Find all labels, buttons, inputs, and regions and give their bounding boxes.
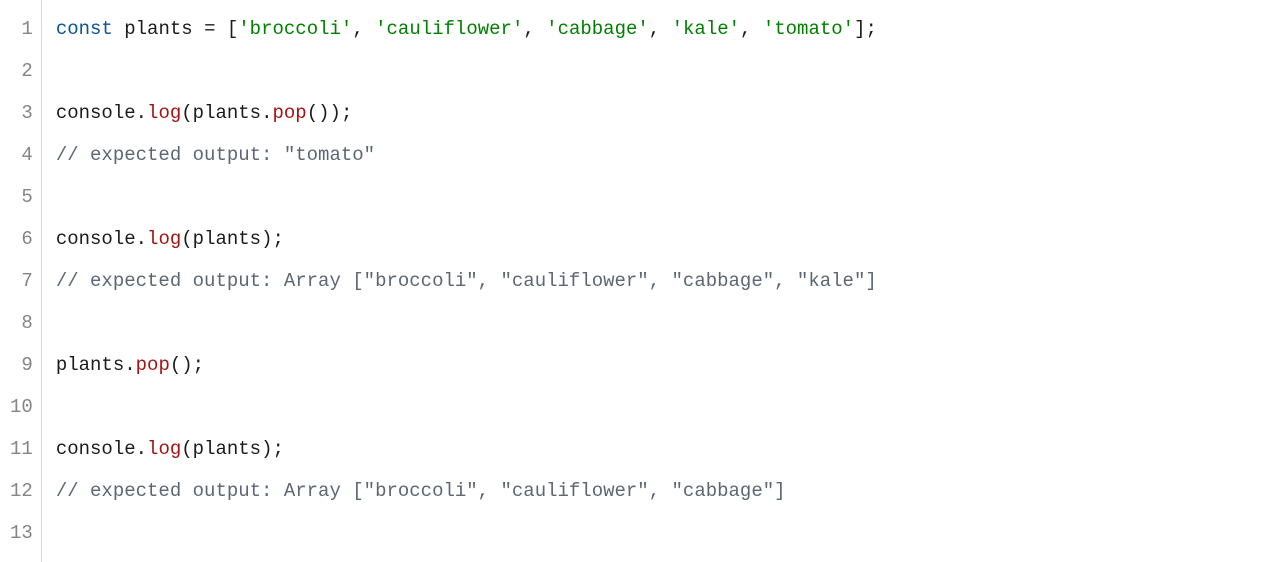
comment: // expected output: "tomato"	[56, 144, 375, 166]
code-line-empty[interactable]	[56, 512, 1274, 554]
code-line[interactable]: console.log(plants.pop());	[56, 92, 1274, 134]
identifier: plants	[193, 228, 261, 250]
comma: ,	[740, 18, 763, 40]
line-number: 5	[10, 176, 33, 218]
dot: .	[136, 228, 147, 250]
code-line[interactable]: const plants = ['broccoli', 'cauliflower…	[56, 8, 1274, 50]
line-number: 11	[10, 428, 33, 470]
code-area[interactable]: const plants = ['broccoli', 'cauliflower…	[42, 0, 1286, 562]
identifier: console	[56, 228, 136, 250]
comment: // expected output: Array ["broccoli", "…	[56, 480, 786, 502]
line-number-gutter: 1 2 3 4 5 6 7 8 9 10 11 12 13	[0, 0, 42, 562]
code-line[interactable]: console.log(plants);	[56, 428, 1274, 470]
bracket-open: [	[227, 18, 238, 40]
comment: // expected output: Array ["broccoli", "…	[56, 270, 877, 292]
paren-close: )	[330, 102, 341, 124]
code-line-empty[interactable]	[56, 302, 1274, 344]
identifier: plants	[124, 18, 192, 40]
comma: ,	[352, 18, 375, 40]
comma: ,	[649, 18, 672, 40]
semicolon: ;	[865, 18, 876, 40]
line-number: 9	[10, 344, 33, 386]
line-number: 1	[10, 8, 33, 50]
identifier: plants	[56, 354, 124, 376]
semicolon: ;	[341, 102, 352, 124]
string-literal: 'broccoli'	[238, 18, 352, 40]
method-log: log	[147, 102, 181, 124]
code-line[interactable]: plants.pop();	[56, 344, 1274, 386]
line-number: 7	[10, 260, 33, 302]
line-number: 12	[10, 470, 33, 512]
string-literal: 'kale'	[672, 18, 740, 40]
dot: .	[261, 102, 272, 124]
identifier: console	[56, 438, 136, 460]
method-log: log	[147, 228, 181, 250]
space	[113, 18, 124, 40]
dot: .	[124, 354, 135, 376]
line-number: 3	[10, 92, 33, 134]
method-pop: pop	[136, 354, 170, 376]
string-literal: 'cabbage'	[546, 18, 649, 40]
paren-close: )	[261, 438, 272, 460]
parens: ()	[170, 354, 193, 376]
code-line-empty[interactable]	[56, 176, 1274, 218]
code-line[interactable]: // expected output: "tomato"	[56, 134, 1274, 176]
identifier: console	[56, 102, 136, 124]
dot: .	[136, 438, 147, 460]
paren-close: )	[261, 228, 272, 250]
semicolon: ;	[273, 438, 284, 460]
line-number: 2	[10, 50, 33, 92]
line-number: 8	[10, 302, 33, 344]
line-number: 6	[10, 218, 33, 260]
bracket-close: ]	[854, 18, 865, 40]
equals: =	[204, 18, 215, 40]
code-editor: 1 2 3 4 5 6 7 8 9 10 11 12 13 const plan…	[0, 0, 1286, 562]
code-line[interactable]: // expected output: Array ["broccoli", "…	[56, 260, 1274, 302]
method-pop: pop	[273, 102, 307, 124]
line-number: 4	[10, 134, 33, 176]
line-number: 10	[10, 386, 33, 428]
identifier: plants	[193, 102, 261, 124]
code-line[interactable]: // expected output: Array ["broccoli", "…	[56, 470, 1274, 512]
string-literal: 'tomato'	[763, 18, 854, 40]
code-line[interactable]: console.log(plants);	[56, 218, 1274, 260]
space	[193, 18, 204, 40]
method-log: log	[147, 438, 181, 460]
code-line-empty[interactable]	[56, 386, 1274, 428]
code-line-empty[interactable]	[56, 50, 1274, 92]
paren-open: (	[181, 438, 192, 460]
semicolon: ;	[193, 354, 204, 376]
identifier: plants	[193, 438, 261, 460]
string-literal: 'cauliflower'	[375, 18, 523, 40]
dot: .	[136, 102, 147, 124]
paren-open: (	[181, 228, 192, 250]
keyword-const: const	[56, 18, 113, 40]
semicolon: ;	[273, 228, 284, 250]
line-number: 13	[10, 512, 33, 554]
parens: ()	[307, 102, 330, 124]
paren-open: (	[181, 102, 192, 124]
space	[215, 18, 226, 40]
comma: ,	[523, 18, 546, 40]
